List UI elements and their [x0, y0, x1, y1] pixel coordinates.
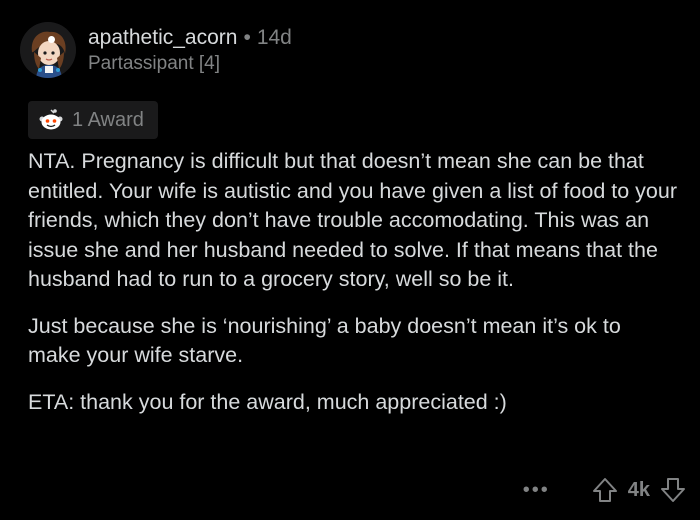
award-chip[interactable]: 1 Award [28, 101, 158, 139]
vote-score: 4k [627, 478, 650, 501]
user-flair: Partassipant [4] [88, 52, 221, 74]
more-options-button[interactable]: ••• [523, 479, 550, 502]
award-icon [39, 109, 63, 130]
meta-separator: • [243, 25, 251, 49]
comment-header: apathetic_acorn • 14d Partassipant [4] [20, 18, 292, 82]
online-indicator [48, 36, 55, 43]
award-label: 1 Award [72, 108, 144, 131]
comment-actions: ••• 4k [523, 470, 688, 510]
upvote-icon[interactable] [590, 475, 620, 505]
comment-body: NTA. Pregnancy is difficult but that doe… [28, 147, 678, 434]
meta-top-line: apathetic_acorn • 14d [88, 25, 292, 50]
comment: apathetic_acorn • 14d Partassipant [4] 1… [0, 0, 700, 520]
comment-paragraph-2: Just because she is ‘nourishing’ a baby … [28, 313, 621, 368]
avatar[interactable] [20, 22, 76, 78]
downvote-icon[interactable] [658, 475, 688, 505]
avatar-illustration [20, 22, 76, 78]
comment-meta: apathetic_acorn • 14d Partassipant [4] [88, 25, 292, 76]
comment-paragraph-3: ETA: thank you for the award, much appre… [28, 389, 507, 414]
comment-age: 14d [256, 25, 292, 49]
username-link[interactable]: apathetic_acorn [88, 25, 237, 50]
comment-paragraph-1: NTA. Pregnancy is difficult but that doe… [28, 149, 677, 291]
